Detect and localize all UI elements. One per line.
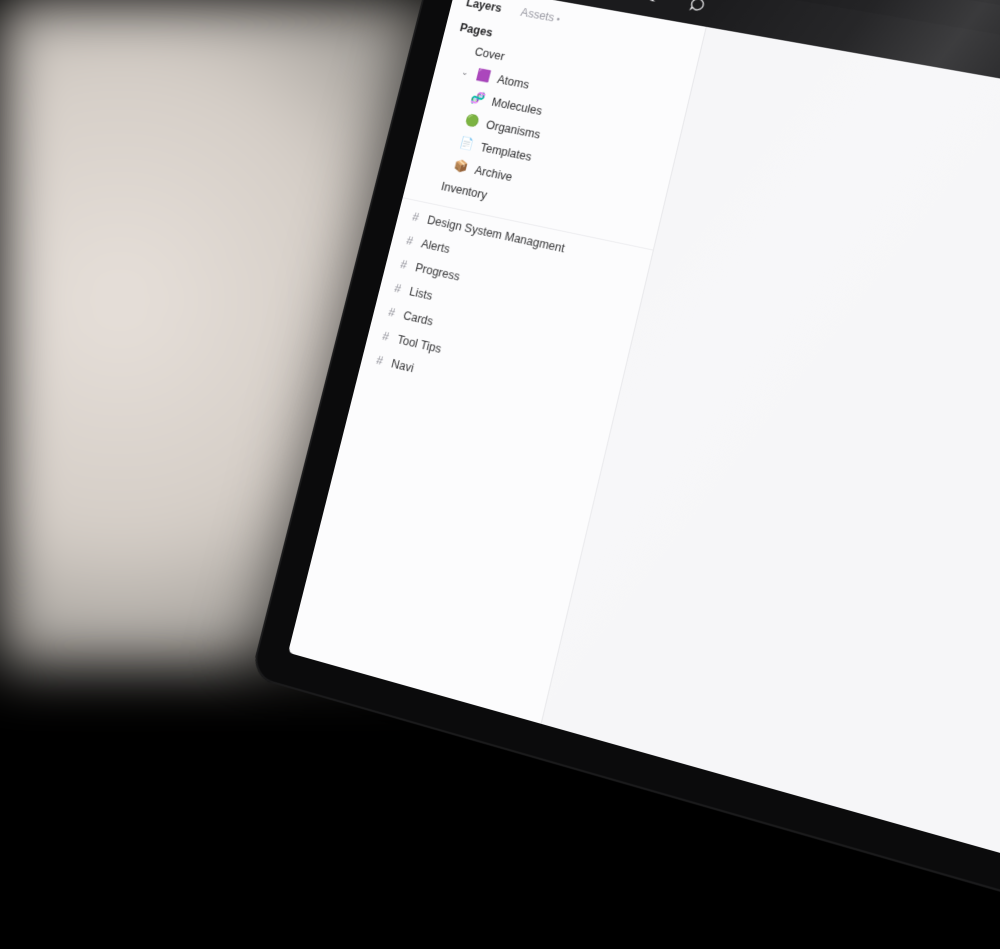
perspective-scene: View Object Vector Text Shipwright - Mob… (0, 0, 1000, 667)
chevron-down-icon: ⌄ (460, 67, 470, 78)
atoms-icon: 🟪 (475, 68, 492, 84)
page-label: Inventory (440, 180, 489, 202)
frame-icon: # (411, 210, 420, 224)
layer-label: Lists (408, 285, 434, 303)
frame-icon: # (405, 234, 414, 248)
layer-label: Progress (414, 261, 461, 284)
spacer (456, 94, 464, 96)
molecules-icon: 🧬 (469, 91, 486, 107)
text-icon: T (647, 0, 661, 7)
organisms-icon: 🟢 (464, 113, 481, 129)
layer-label: Alerts (420, 237, 451, 256)
page-label: Cover (473, 45, 505, 63)
archive-icon: 📦 (452, 158, 469, 175)
layer-label: Cards (402, 309, 435, 329)
page-label: Atoms (496, 72, 531, 91)
page-label: Archive (474, 163, 514, 183)
frame-icon: # (375, 353, 384, 367)
spacer (445, 140, 453, 142)
spacer (460, 49, 468, 50)
laptop-device: View Object Vector Text Shipwright - Mob… (250, 0, 1000, 937)
frame-icon: # (399, 258, 408, 272)
layer-label: Navi (390, 357, 415, 375)
frame-icon: # (381, 329, 390, 343)
tab-layers[interactable]: Layers (465, 0, 503, 15)
spacer (427, 183, 435, 185)
spacer (439, 162, 447, 164)
spacer (450, 117, 458, 119)
templates-icon: 📄 (458, 136, 475, 152)
frame-icon: # (393, 282, 402, 296)
tab-assets[interactable]: Assets (519, 6, 561, 26)
frame-icon: # (387, 305, 396, 319)
